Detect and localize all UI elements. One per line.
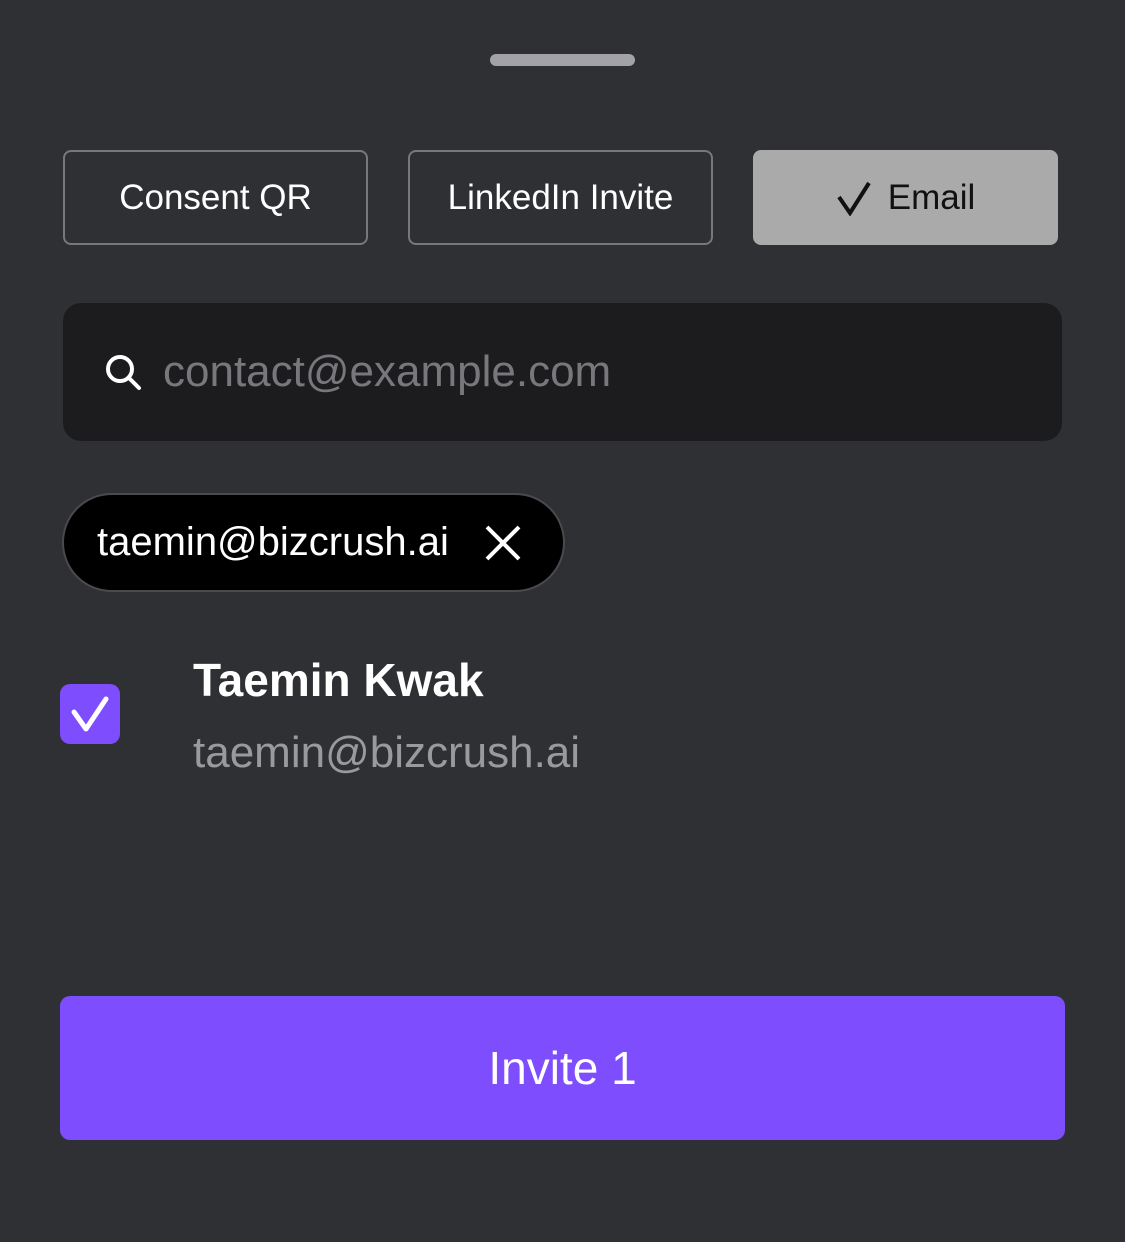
tab-email-label: Email [887,177,976,217]
close-icon[interactable] [485,525,521,561]
tab-consent-qr[interactable]: Consent QR [63,150,368,245]
email-search-field [63,303,1062,441]
email-search-input[interactable] [163,347,983,397]
checkmark-icon [836,180,872,216]
drag-handle[interactable] [490,54,635,66]
email-chip-label: taemin@bizcrush.ai [97,520,449,564]
tab-linkedin-invite-label: LinkedIn Invite [447,177,674,217]
contact-name: Taemin Kwak [193,654,484,706]
tab-linkedin-invite[interactable]: LinkedIn Invite [408,150,713,245]
contact-email: taemin@bizcrush.ai [193,728,581,777]
tab-email[interactable]: Email [753,150,1058,245]
contact-checkbox[interactable] [60,684,120,744]
invite-button[interactable]: Invite 1 [60,996,1065,1140]
search-icon [103,352,143,392]
checkmark-icon [71,696,109,732]
invite-button-label: Invite 1 [488,1042,637,1094]
email-chip: taemin@bizcrush.ai [62,493,565,592]
tab-consent-qr-label: Consent QR [119,177,312,217]
